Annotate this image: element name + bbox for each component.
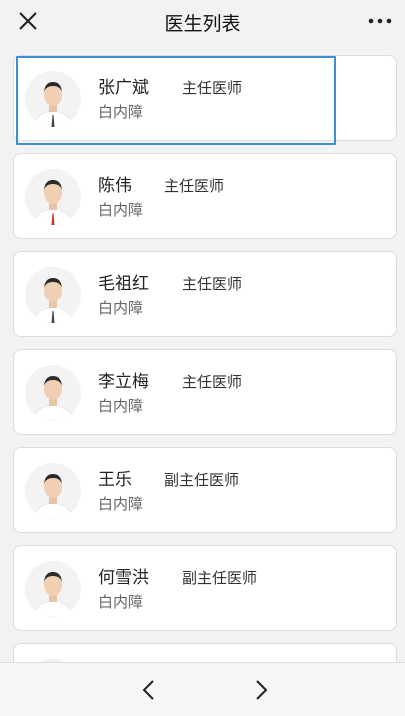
doctor-card[interactable]: 陈伟 主任医师 白内障: [13, 153, 397, 239]
doctor-department: 白内障: [98, 299, 144, 317]
avatar: [25, 169, 81, 225]
doctor-title: 副主任医师: [182, 569, 258, 587]
doctor-card[interactable]: 张广斌 主任医师 白内障: [13, 55, 397, 145]
doctor-card[interactable]: 何雪洪 副主任医师 白内障: [13, 545, 397, 631]
doctor-department: 白内障: [98, 103, 144, 121]
doctor-card[interactable]: 李立梅 主任医师 白内障: [13, 349, 397, 435]
doctor-title: 主任医师: [182, 275, 243, 293]
chevron-right-icon[interactable]: [250, 678, 272, 702]
page-title: 医生列表: [164, 13, 241, 35]
avatar: [25, 365, 81, 421]
doctor-department: 白内障: [98, 495, 144, 513]
chevron-left-icon[interactable]: [138, 678, 160, 702]
doctor-card[interactable]: 王乐 副主任医师 白内障: [13, 447, 397, 533]
bottom-nav-bar: [0, 662, 405, 716]
more-icon[interactable]: [367, 9, 393, 33]
doctor-department: 白内障: [98, 593, 144, 611]
doctor-department: 白内障: [98, 201, 144, 219]
doctor-name: 李立梅: [98, 372, 149, 392]
doctor-title: 副主任医师: [164, 471, 240, 489]
avatar: [25, 463, 81, 519]
doctor-card[interactable]: 毛祖红 主任医师 白内障: [13, 251, 397, 337]
doctor-title: 主任医师: [182, 373, 243, 391]
avatar: [25, 561, 81, 617]
doctor-name: 王乐: [98, 470, 132, 490]
doctor-card-partial[interactable]: [13, 643, 397, 662]
doctor-name: 何雪洪: [98, 568, 149, 588]
doctor-title: 主任医师: [164, 177, 225, 195]
doctor-name: 张广斌: [98, 78, 149, 98]
doctor-department: 白内障: [98, 397, 144, 415]
doctor-name: 陈伟: [98, 176, 132, 196]
avatar: [25, 267, 81, 323]
doctor-list: 张广斌 主任医师 白内障 陈伟 主任医师 白内障 毛祖红 主任医师 白内障 李立…: [0, 42, 405, 662]
top-bar: 医生列表: [0, 0, 405, 42]
doctor-name: 毛祖红: [98, 274, 149, 294]
avatar: [25, 71, 81, 127]
doctor-title: 主任医师: [182, 79, 243, 97]
